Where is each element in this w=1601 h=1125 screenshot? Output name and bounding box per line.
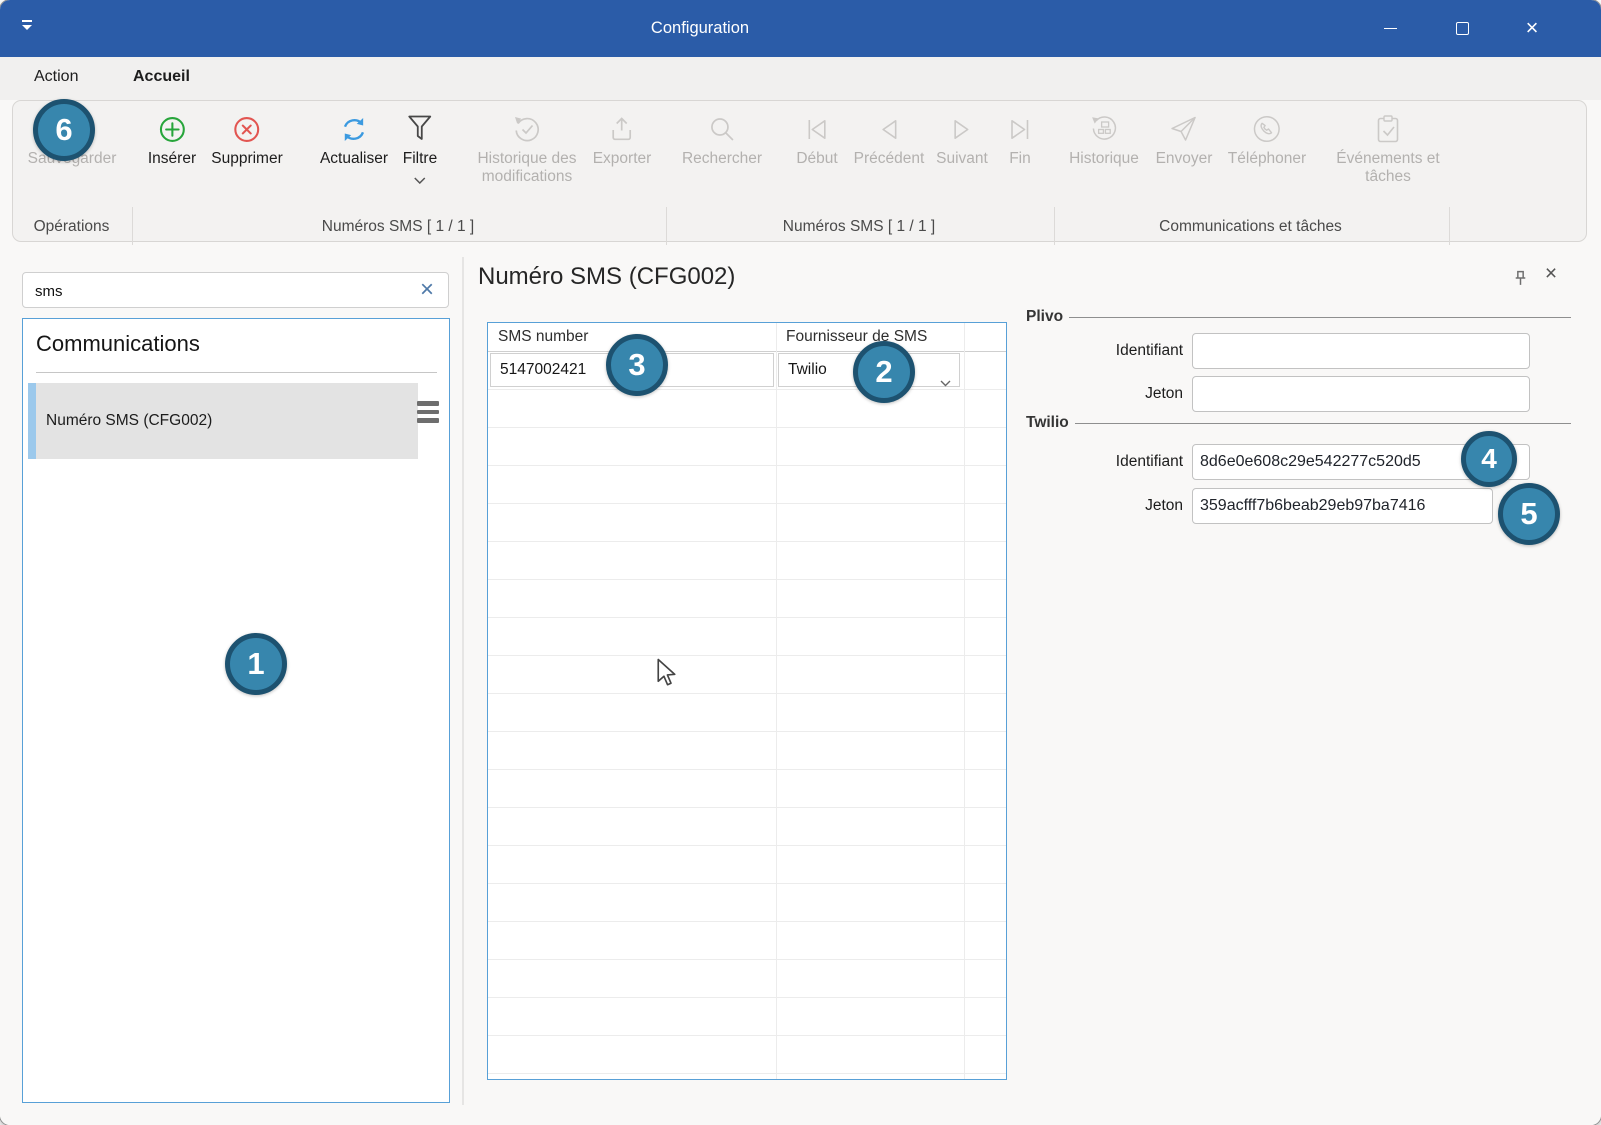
mouse-cursor bbox=[656, 658, 677, 693]
section-divider bbox=[36, 372, 437, 373]
plivo-identifiant-label: Identifiant bbox=[1023, 333, 1183, 369]
sms-numbers-table: SMS number Fournisseur de SMS 5147002421… bbox=[487, 322, 1007, 1080]
window-title: Configuration bbox=[0, 0, 1400, 57]
ribbon-group-caption: Communications et tâches bbox=[1053, 216, 1448, 238]
plivo-jeton-field[interactable] bbox=[1192, 376, 1530, 412]
callout-badge-6: 6 bbox=[33, 99, 95, 161]
maximize-button[interactable] bbox=[1439, 8, 1485, 48]
group-rule bbox=[1069, 317, 1571, 318]
minimize-button[interactable] bbox=[1367, 8, 1413, 48]
refresh-button[interactable]: Actualiser bbox=[320, 108, 388, 168]
search-input[interactable] bbox=[33, 276, 407, 306]
callout-badge-3: 3 bbox=[606, 334, 668, 396]
modification-history-button: Historique des modifications bbox=[448, 108, 606, 186]
plus-circle-icon bbox=[159, 108, 186, 150]
plivo-jeton-label: Jeton bbox=[1023, 376, 1183, 412]
callout-badge-4: 4 bbox=[1461, 431, 1517, 487]
tab-accueil[interactable]: Accueil bbox=[133, 57, 190, 97]
previous-record-button: Précédent bbox=[854, 108, 925, 168]
filter-button[interactable]: Filtre bbox=[403, 108, 437, 189]
magnifier-icon bbox=[709, 108, 736, 150]
sidebar-section-title: Communications bbox=[36, 331, 200, 357]
callout-badge-5: 5 bbox=[1498, 483, 1560, 545]
twilio-group-title: Twilio bbox=[1026, 414, 1069, 432]
configuration-window: Configuration × Action Accueil ? Sauvega… bbox=[0, 0, 1601, 1125]
twilio-jeton-label: Jeton bbox=[1023, 488, 1183, 524]
panel-close-button[interactable]: × bbox=[1540, 262, 1562, 286]
funnel-icon bbox=[408, 108, 432, 150]
twilio-identifiant-label: Identifiant bbox=[1023, 444, 1183, 480]
callout-badge-1: 1 bbox=[225, 633, 287, 695]
detail-page-title: Numéro SMS (CFG002) bbox=[478, 263, 735, 291]
history-items-icon bbox=[1089, 108, 1119, 150]
twilio-jeton-field[interactable] bbox=[1192, 488, 1493, 524]
paper-plane-icon bbox=[1169, 108, 1199, 150]
sidebar-item-numero-sms[interactable]: Numéro SMS (CFG002) bbox=[28, 383, 418, 459]
history-check-icon bbox=[512, 108, 542, 150]
tab-action[interactable]: Action bbox=[34, 57, 78, 97]
refresh-icon bbox=[340, 108, 368, 150]
send-button: Envoyer bbox=[1156, 108, 1213, 168]
title-bar: Configuration × bbox=[0, 0, 1601, 57]
window-close-button[interactable]: × bbox=[1509, 8, 1555, 48]
selected-item-accent-bar bbox=[28, 383, 36, 459]
events-tasks-button: Événements et tâches bbox=[1329, 108, 1447, 186]
combo-chevron-down-icon[interactable] bbox=[940, 367, 951, 399]
twilio-group: Twilio bbox=[1026, 414, 1571, 432]
clipboard-check-icon bbox=[1374, 108, 1402, 150]
skip-to-end-icon bbox=[1007, 108, 1034, 150]
maximize-icon bbox=[1456, 22, 1469, 35]
phone-button: Téléphoner bbox=[1228, 108, 1306, 168]
insert-button[interactable]: Insérer bbox=[148, 108, 196, 168]
delete-button[interactable]: Supprimer bbox=[211, 108, 283, 168]
sidebar-item-label: Numéro SMS (CFG002) bbox=[46, 383, 212, 459]
plivo-identifiant-field[interactable] bbox=[1192, 333, 1530, 369]
ribbon-tab-strip: Action Accueil ? bbox=[0, 57, 1601, 100]
provider-value: Twilio bbox=[788, 361, 827, 378]
plivo-group-title: Plivo bbox=[1026, 308, 1063, 326]
item-menu-icon[interactable] bbox=[417, 401, 439, 423]
skip-to-start-icon bbox=[804, 108, 831, 150]
export-icon bbox=[609, 108, 635, 150]
filter-dropdown-chevron-icon[interactable] bbox=[414, 171, 426, 189]
search-clear-icon[interactable]: × bbox=[414, 275, 440, 305]
export-button: Exporter bbox=[593, 108, 652, 168]
callout-badge-2: 2 bbox=[853, 341, 915, 403]
communication-history-button: Historique bbox=[1069, 108, 1139, 168]
pin-icon[interactable] bbox=[1513, 270, 1528, 292]
group-rule bbox=[1075, 423, 1571, 424]
ribbon-group-caption: Numéros SMS [ 1 / 1 ] bbox=[131, 216, 665, 238]
previous-triangle-icon bbox=[875, 108, 902, 150]
last-record-button: Fin bbox=[1007, 108, 1034, 168]
x-circle-icon bbox=[234, 108, 261, 150]
empty-rows-grid bbox=[488, 389, 1006, 1079]
panel-splitter[interactable] bbox=[462, 257, 464, 1105]
plivo-group: Plivo bbox=[1026, 308, 1571, 326]
header-border bbox=[488, 351, 1006, 352]
ribbon-group-caption: Numéros SMS [ 1 / 1 ] bbox=[665, 216, 1053, 238]
phone-icon bbox=[1252, 108, 1282, 150]
first-record-button: Début bbox=[796, 108, 837, 168]
next-triangle-icon bbox=[948, 108, 975, 150]
sidebar-search-box: × bbox=[22, 272, 449, 308]
search-records-button: Rechercher bbox=[682, 108, 762, 168]
sidebar-results-panel: Communications Numéro SMS (CFG002) bbox=[22, 318, 450, 1103]
ribbon-group-caption: Opérations bbox=[12, 216, 131, 238]
next-record-button: Suivant bbox=[936, 108, 988, 168]
minimize-icon bbox=[1384, 28, 1397, 29]
